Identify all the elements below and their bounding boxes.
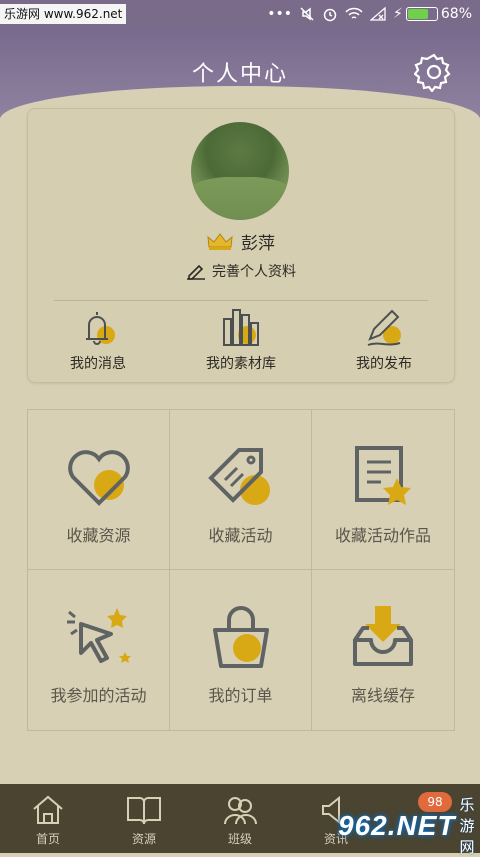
- library-icon: [219, 305, 263, 349]
- quick-link-label: 我的素材库: [181, 353, 301, 373]
- alarm-icon: [322, 6, 338, 22]
- grid-item-label: 收藏活动作品: [335, 522, 431, 546]
- people-icon: [222, 794, 258, 826]
- grid-item-label: 我的订单: [208, 682, 272, 706]
- shopping-bag-icon: [205, 602, 277, 672]
- edit-profile-label: 完善个人资料: [212, 261, 296, 281]
- grid-item-offline-cache[interactable]: 离线缓存: [312, 570, 454, 730]
- quick-link-label: 我的消息: [38, 353, 158, 373]
- battery-icon: [406, 7, 438, 21]
- megaphone-icon: [63, 602, 135, 672]
- grid-item-label: 收藏资源: [66, 522, 130, 546]
- user-name: 彭萍: [241, 229, 275, 254]
- document-star-icon: [347, 442, 419, 512]
- tab-label: 资源: [104, 830, 184, 847]
- tab-label: 班级: [200, 830, 280, 847]
- name-row: 彭萍: [28, 229, 454, 254]
- download-tray-icon: [347, 602, 419, 672]
- grid-item-my-activities[interactable]: 我参加的活动: [28, 570, 170, 730]
- battery-indicator: ⚡ 68%: [393, 3, 472, 25]
- more-icon: •••: [267, 3, 292, 25]
- tab-home[interactable]: 首页: [8, 792, 88, 847]
- charging-icon: ⚡: [393, 3, 403, 25]
- gear-icon[interactable]: [414, 52, 454, 92]
- tab-class[interactable]: 班级: [200, 792, 280, 847]
- pen-icon: [362, 305, 406, 349]
- grid-item-favorite-activities[interactable]: 收藏活动: [170, 410, 312, 570]
- grid-item-favorite-works[interactable]: 收藏活动作品: [312, 410, 454, 570]
- status-bar: 乐游网 www.962.net ••• ⚡ 68%: [0, 0, 480, 28]
- edit-icon: [186, 262, 206, 280]
- quick-link-label: 我的发布: [324, 353, 444, 373]
- watermark-logo: 962.NET 乐游网: [338, 798, 480, 853]
- edit-profile-link[interactable]: 完善个人资料: [28, 261, 454, 281]
- tab-resources[interactable]: 资源: [104, 792, 184, 847]
- quick-link-publish[interactable]: 我的发布: [324, 305, 444, 373]
- crown-icon: [207, 233, 233, 251]
- quick-link-library[interactable]: 我的素材库: [181, 305, 301, 373]
- watermark-logo-text: 962.NET: [338, 810, 456, 842]
- heart-icon: [63, 445, 135, 509]
- quick-link-messages[interactable]: 我的消息: [38, 305, 158, 373]
- grid-item-label: 离线缓存: [351, 682, 415, 706]
- grid-item-favorite-resources[interactable]: 收藏资源: [28, 410, 170, 570]
- divider: [54, 300, 428, 301]
- feature-grid: 收藏资源 收藏活动 收藏活动作品: [27, 409, 455, 731]
- book-icon: [126, 794, 162, 826]
- signal-x-icon: [370, 7, 386, 21]
- grid-item-my-orders[interactable]: 我的订单: [170, 570, 312, 730]
- tag-icon: [205, 442, 277, 512]
- bell-icon: [76, 305, 120, 349]
- wifi-icon: [345, 7, 363, 21]
- watermark-text: 乐游网: [460, 794, 480, 857]
- battery-percent: 68%: [441, 3, 472, 25]
- avatar[interactable]: [191, 122, 289, 220]
- grid-item-label: 我参加的活动: [50, 682, 146, 706]
- page-title: 个人中心: [0, 56, 480, 88]
- home-icon: [31, 794, 65, 826]
- mute-icon: [299, 6, 315, 22]
- status-icons: ••• ⚡ 68%: [267, 3, 472, 25]
- profile-card: 彭萍 完善个人资料 我的消息 我的素材库: [27, 108, 455, 383]
- tab-label: 首页: [8, 830, 88, 847]
- grid-item-label: 收藏活动: [208, 522, 272, 546]
- site-tag: 乐游网 www.962.net: [0, 4, 126, 24]
